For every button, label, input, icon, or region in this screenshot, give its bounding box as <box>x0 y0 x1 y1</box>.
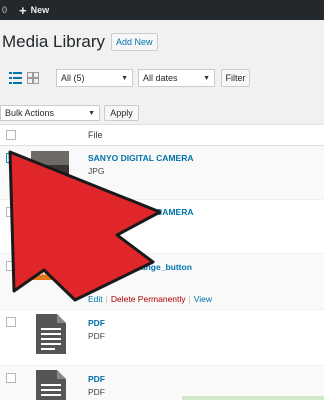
image-thumbnail[interactable] <box>31 151 69 189</box>
date-select[interactable]: All dates ▼ <box>138 69 215 87</box>
select-all-checkbox[interactable] <box>6 130 16 140</box>
row-checkbox-checked[interactable] <box>6 153 17 166</box>
document-icon[interactable] <box>36 314 66 354</box>
bulk-actions-value: Bulk Actions <box>5 108 55 118</box>
comments-count[interactable]: 0 <box>2 5 7 15</box>
image-thumbnail[interactable] <box>31 205 69 243</box>
file-name-link[interactable]: SANYO DIGITAL CAMERA <box>88 153 193 163</box>
row-checkbox[interactable] <box>6 207 16 217</box>
file-name-link[interactable]: PDF <box>88 374 105 384</box>
file-type: PDF <box>88 387 105 397</box>
column-header-file: File <box>88 130 103 140</box>
table-header: File <box>0 125 324 146</box>
page-title: Media Library <box>2 32 105 51</box>
date-value: All dates <box>143 73 178 83</box>
media-type-select[interactable]: All (5) ▼ <box>56 69 133 87</box>
file-name-link[interactable]: SANYO DIGITAL CAMERA <box>88 207 193 217</box>
separator: | <box>105 294 108 304</box>
document-icon[interactable] <box>36 370 66 400</box>
checkmark-icon <box>7 158 17 166</box>
row-checkbox[interactable] <box>6 373 16 383</box>
add-new-button[interactable]: Add New <box>111 33 158 51</box>
image-thumbnail[interactable]: Download <box>31 264 69 280</box>
row-checkbox[interactable] <box>6 317 16 327</box>
apply-button[interactable]: Apply <box>104 105 139 121</box>
chevron-down-icon: ▼ <box>121 75 128 82</box>
admin-bar: 0 + New <box>0 0 324 20</box>
list-view-icon[interactable] <box>9 72 22 84</box>
media-type-value: All (5) <box>61 73 85 83</box>
bulk-actions-select[interactable]: Bulk Actions ▼ <box>0 105 100 121</box>
file-type: JPG <box>88 166 105 176</box>
grid-view-icon[interactable] <box>27 72 39 84</box>
file-type: PNG <box>88 275 107 285</box>
media-table: File SANYO DIGITAL CAMERA JPG SANYO DIGI… <box>0 124 324 400</box>
separator: | <box>188 294 191 304</box>
filter-button[interactable]: Filter <box>221 69 250 87</box>
table-row: PDF PDF <box>0 310 324 366</box>
row-checkbox[interactable] <box>6 261 16 271</box>
notice-strip <box>182 396 324 400</box>
new-menu[interactable]: + New <box>19 2 50 18</box>
edit-link[interactable]: Edit <box>88 294 103 304</box>
table-row: SANYO DIGITAL CAMERA JPG <box>0 146 324 200</box>
new-label: New <box>30 5 50 15</box>
bulk-actions-bar: Bulk Actions ▼ Apply <box>0 105 324 121</box>
row-actions: Edit | Delete Permanently | View <box>88 294 212 304</box>
chevron-down-icon: ▼ <box>203 75 210 82</box>
file-name-link[interactable]: PDF <box>88 318 105 328</box>
media-library-screen: 0 + New Media Library Add New All (5) ▼ … <box>0 0 324 400</box>
page-header: Media Library Add New <box>0 30 324 54</box>
media-filters: All (5) ▼ All dates ▼ Filter <box>0 69 324 89</box>
table-row: Download download_orange_button PNG Edit… <box>0 254 324 310</box>
file-type: PDF <box>88 331 105 341</box>
file-name-link[interactable]: download_orange_button <box>88 262 192 272</box>
plus-icon: + <box>19 2 27 18</box>
table-row: SANYO DIGITAL CAMERA <box>0 200 324 254</box>
delete-permanently-link[interactable]: Delete Permanently <box>111 294 186 304</box>
chevron-down-icon: ▼ <box>88 110 95 117</box>
view-link[interactable]: View <box>194 294 212 304</box>
table-row: PDF PDF <box>0 366 324 400</box>
thumbnail-text: Download <box>33 270 66 277</box>
